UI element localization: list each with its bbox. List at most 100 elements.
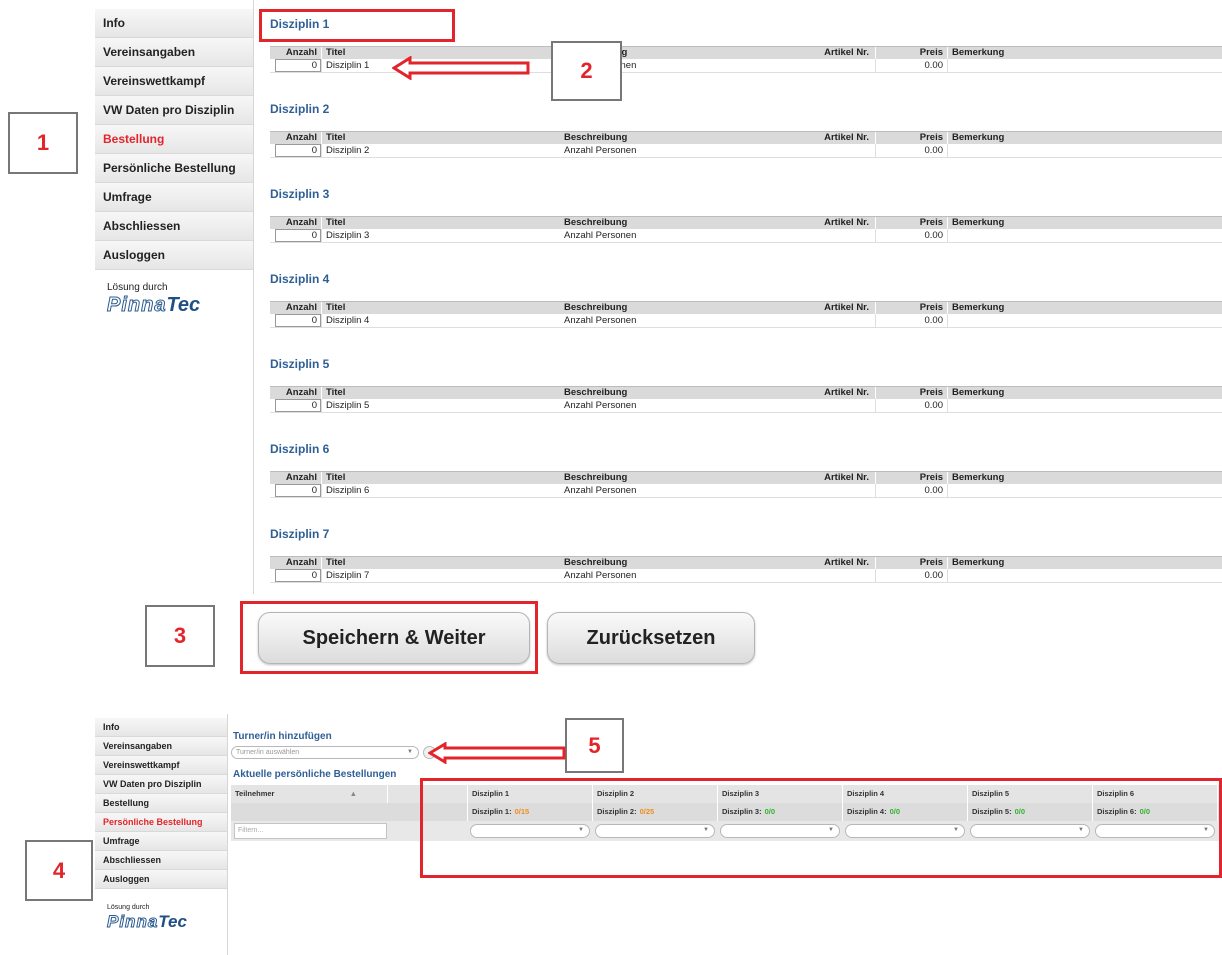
sidebar-item-info[interactable]: Info: [95, 718, 227, 737]
callout-3: 3: [145, 605, 215, 667]
qty-cell: 0: [270, 229, 322, 242]
col-description: Beschreibung: [564, 472, 628, 483]
qty-cell: 0: [270, 59, 322, 72]
col-article: Artikel Nr.: [810, 302, 876, 314]
description-cell: Anzahl Personen: [564, 485, 637, 496]
solution-label: Lösung durch: [107, 282, 168, 293]
col-qty: Anzahl: [270, 387, 322, 399]
sidebar-item-abschliessen[interactable]: Abschliessen: [95, 212, 253, 241]
sidebar-item-umfrage[interactable]: Umfrage: [95, 183, 253, 212]
col-description: Beschreibung: [564, 387, 628, 398]
description-cell: Anzahl Personen: [564, 400, 637, 411]
price-cell: 0.00: [876, 569, 948, 582]
sidebar-item-bestellung[interactable]: Bestellung: [95, 125, 253, 154]
col-article: Artikel Nr.: [810, 47, 876, 59]
participant-filter-input[interactable]: Filtern...: [234, 823, 387, 839]
participant-header-label: Teilnehmer: [235, 789, 275, 798]
quantity-input[interactable]: 0: [275, 399, 321, 412]
sidebar-item-umfrage[interactable]: Umfrage: [95, 832, 227, 851]
remark-cell[interactable]: [948, 59, 1222, 72]
col-remark: Bemerkung: [952, 217, 1005, 228]
sidebar-item-vw-daten[interactable]: VW Daten pro Disziplin: [95, 775, 227, 794]
article-cell: [810, 229, 876, 242]
divider: [253, 0, 254, 594]
quantity-input[interactable]: 0: [275, 314, 321, 327]
description-cell: Anzahl Personen: [564, 570, 637, 581]
table-row: 0 Disziplin 5 Anzahl Personen 0.00: [270, 399, 1222, 413]
quantity-input[interactable]: 0: [275, 569, 321, 582]
sidebar-item-vw-daten[interactable]: VW Daten pro Disziplin: [95, 96, 253, 125]
discipline-heading: Disziplin 7: [270, 527, 330, 541]
qty-cell: 0: [270, 314, 322, 327]
col-article: Artikel Nr.: [810, 557, 876, 569]
sidebar-item-ausloggen[interactable]: Ausloggen: [95, 241, 253, 270]
article-cell: [810, 144, 876, 157]
sidebar-item-abschliessen[interactable]: Abschliessen: [95, 851, 227, 870]
remark-cell[interactable]: [948, 144, 1222, 157]
remark-cell[interactable]: [948, 399, 1222, 412]
col-article: Artikel Nr.: [810, 217, 876, 229]
col-price: Preis: [876, 47, 948, 59]
col-description: Beschreibung: [564, 132, 628, 143]
price-cell: 0.00: [876, 484, 948, 497]
pinnatec-logo: PinnaTec: [106, 294, 200, 317]
quantity-input[interactable]: 0: [275, 484, 321, 497]
col-qty: Anzahl: [270, 217, 322, 229]
callout-2: 2: [551, 41, 622, 101]
table-header: Anzahl Titel Beschreibung Artikel Nr.Preis B…: [270, 131, 1222, 144]
col-price: Preis: [876, 387, 948, 399]
col-remark: Bemerkung: [952, 302, 1005, 313]
chevron-down-icon: ▼: [407, 749, 413, 755]
remark-cell[interactable]: [948, 484, 1222, 497]
quantity-input[interactable]: 0: [275, 144, 321, 157]
table-header: Anzahl Titel Beschreibung Artikel Nr.Preis B…: [270, 216, 1222, 229]
quantity-input[interactable]: 0: [275, 229, 321, 242]
col-price: Preis: [876, 217, 948, 229]
sidebar-item-vereinswettkampf[interactable]: Vereinswettkampf: [95, 67, 253, 96]
sidebar-item-bestellung[interactable]: Bestellung: [95, 794, 227, 813]
remark-cell[interactable]: [948, 314, 1222, 327]
callout-1: 1: [8, 112, 78, 174]
spacer-cell: [388, 785, 421, 803]
qty-cell: 0: [270, 399, 322, 412]
remark-cell[interactable]: [948, 569, 1222, 582]
table-header: Anzahl Titel Beschreibung Artikel Nr.Preis B…: [270, 386, 1222, 399]
col-price: Preis: [876, 302, 948, 314]
sidebar-item-ausloggen[interactable]: Ausloggen: [95, 870, 227, 889]
price-cell: 0.00: [876, 399, 948, 412]
price-cell: 0.00: [876, 229, 948, 242]
col-qty: Anzahl: [270, 472, 322, 484]
sidebar: Info Vereinsangaben Vereinswettkampf VW …: [95, 9, 253, 270]
col-title: Titel: [326, 217, 346, 228]
col-description: Beschreibung: [564, 557, 628, 568]
remark-cell[interactable]: [948, 229, 1222, 242]
col-remark: Bemerkung: [952, 132, 1005, 143]
sort-asc-icon: ▲: [349, 789, 357, 798]
sidebar-item-persoenliche-bestellung[interactable]: Persönliche Bestellung: [95, 154, 253, 183]
discipline-table: Anzahl Titel Beschreibung Artikel Nr.Preis B…: [270, 471, 1222, 498]
col-title: Titel: [326, 132, 346, 143]
sidebar-item-vereinswettkampf[interactable]: Vereinswettkampf: [95, 756, 227, 775]
sidebar-secondary: Info Vereinsangaben Vereinswettkampf VW …: [95, 718, 227, 889]
col-remark: Bemerkung: [952, 472, 1005, 483]
gymnast-select[interactable]: Turner/in auswählen ▼: [231, 746, 419, 759]
col-description: Beschreibung: [564, 302, 628, 313]
logo-part1: Pinna: [106, 294, 167, 317]
col-title: Titel: [326, 472, 346, 483]
highlight-box-save: [240, 601, 538, 674]
quantity-input[interactable]: 0: [275, 59, 321, 72]
highlight-box-title: [259, 9, 455, 42]
description-cell: Anzahl Personen: [564, 315, 637, 326]
sidebar-item-persoenliche-bestellung[interactable]: Persönliche Bestellung: [95, 813, 227, 832]
reset-button[interactable]: Zurücksetzen: [547, 612, 755, 664]
add-gymnast-title: Turner/in hinzufügen: [233, 731, 332, 742]
title-cell: Disziplin 7: [326, 570, 370, 581]
sidebar-item-vereinsangaben[interactable]: Vereinsangaben: [95, 38, 253, 67]
sidebar-item-vereinsangaben[interactable]: Vereinsangaben: [95, 737, 227, 756]
discipline-table: Anzahl Titel Beschreibung Artikel Nr.Preis B…: [270, 216, 1222, 243]
participant-header[interactable]: Teilnehmer ▲: [231, 785, 388, 803]
description-cell: Anzahl Personen: [564, 230, 637, 241]
discipline-heading: Disziplin 3: [270, 187, 330, 201]
table-row: 0 Disziplin 6 Anzahl Personen 0.00: [270, 484, 1222, 498]
sidebar-item-info[interactable]: Info: [95, 9, 253, 38]
